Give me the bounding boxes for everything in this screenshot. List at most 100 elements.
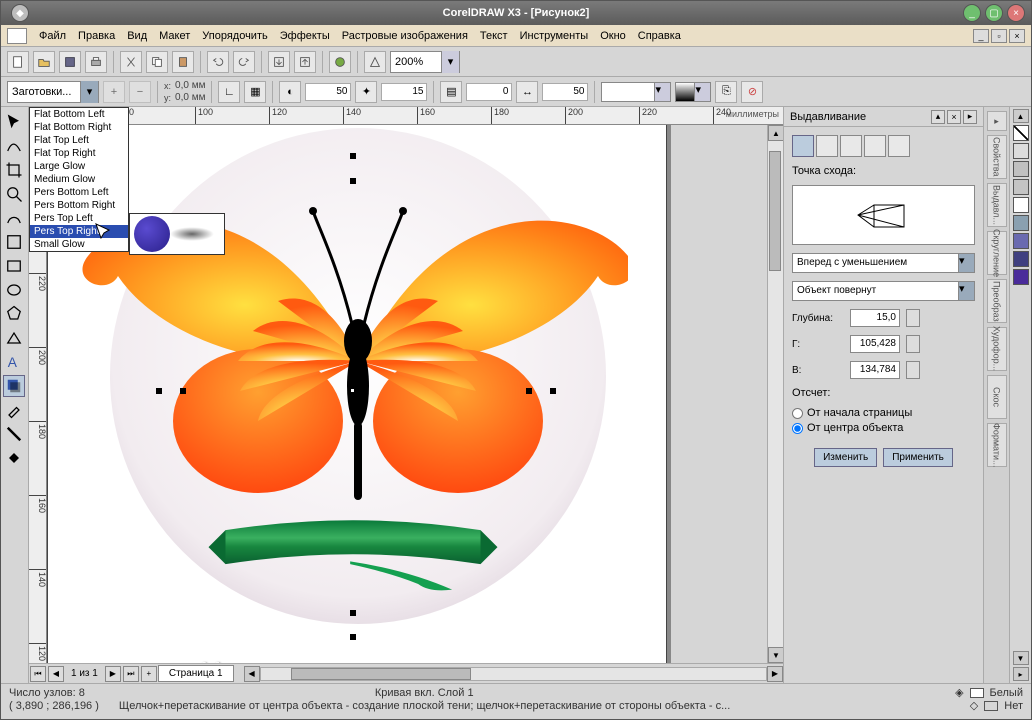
- menu-edit[interactable]: Правка: [78, 30, 115, 42]
- rectangle-tool[interactable]: [3, 255, 25, 277]
- preset-item[interactable]: Pers Top Left: [30, 212, 128, 225]
- v-field[interactable]: 134,784: [850, 361, 900, 379]
- menu-effects[interactable]: Эффекты: [280, 30, 330, 42]
- docker-tab-artistic[interactable]: Худофор...: [987, 327, 1007, 371]
- polygon-tool[interactable]: [3, 303, 25, 325]
- sys-menu-icon[interactable]: ◆: [11, 4, 29, 22]
- depth-spinner[interactable]: [906, 309, 920, 327]
- zoom-level-combo[interactable]: ▾: [390, 51, 460, 73]
- docker-tab-extrude[interactable]: Выдавл...: [987, 183, 1007, 227]
- preset-item[interactable]: Flat Top Left: [30, 134, 128, 147]
- outline-swatch[interactable]: [984, 701, 998, 711]
- preset-item[interactable]: Medium Glow: [30, 173, 128, 186]
- zoom-input[interactable]: [391, 56, 441, 68]
- h-spinner[interactable]: [906, 335, 920, 353]
- docker-close-button[interactable]: ×: [947, 110, 961, 124]
- eyedropper-tool[interactable]: [3, 399, 25, 421]
- outline-tool[interactable]: [3, 423, 25, 445]
- menu-text[interactable]: Текст: [480, 30, 508, 42]
- copy-button[interactable]: [146, 51, 168, 73]
- maximize-button[interactable]: ▢: [985, 4, 1003, 22]
- vanish-type-combo[interactable]: Вперед с уменьшением▾: [792, 253, 975, 273]
- extrude-tab-light[interactable]: [840, 135, 862, 157]
- palette-up-button[interactable]: ▲: [1013, 109, 1029, 123]
- menu-help[interactable]: Справка: [638, 30, 681, 42]
- save-button[interactable]: [59, 51, 81, 73]
- docker-collapse-button[interactable]: ▴: [931, 110, 945, 124]
- undo-button[interactable]: [207, 51, 229, 73]
- welcome-button[interactable]: [364, 51, 386, 73]
- color-swatch[interactable]: [1013, 161, 1029, 177]
- color-swatch[interactable]: [1013, 197, 1029, 213]
- radio-object-center[interactable]: От центра объекта: [792, 422, 975, 434]
- extrude-tab-rotation[interactable]: [816, 135, 838, 157]
- feather-slider-icon[interactable]: ✦: [355, 81, 377, 103]
- docker-tab-collapse[interactable]: ▸: [987, 111, 1007, 131]
- canvas-viewport[interactable]: www.corel-lessons.com: [47, 125, 767, 663]
- copy-properties-button[interactable]: ⎘: [715, 81, 737, 103]
- fade-icon[interactable]: ▤: [440, 81, 462, 103]
- preset-item[interactable]: Flat Bottom Left: [30, 108, 128, 121]
- preset-remove-button[interactable]: −: [129, 81, 151, 103]
- freehand-tool[interactable]: [3, 207, 25, 229]
- preset-item[interactable]: Pers Top Right: [30, 225, 128, 238]
- scroll-right-button[interactable]: ▶: [767, 666, 783, 682]
- prev-page-button[interactable]: ◀: [48, 666, 64, 682]
- color-swatch[interactable]: [1013, 251, 1029, 267]
- minimize-button[interactable]: _: [963, 4, 981, 22]
- menu-bitmaps[interactable]: Растровые изображения: [342, 30, 468, 42]
- cut-button[interactable]: [120, 51, 142, 73]
- radio-page-origin[interactable]: От начала страницы: [792, 407, 975, 419]
- crop-tool[interactable]: [3, 159, 25, 181]
- vertical-scrollbar[interactable]: ▲ ▼: [767, 125, 783, 663]
- ellipse-tool[interactable]: [3, 279, 25, 301]
- interactive-dropshadow-tool[interactable]: [3, 375, 25, 397]
- close-button[interactable]: ×: [1007, 4, 1025, 22]
- menu-tools[interactable]: Инструменты: [520, 30, 589, 42]
- shadow-mode-combo[interactable]: ▾: [675, 82, 711, 102]
- stretch-field[interactable]: 50: [542, 83, 588, 101]
- rotation-combo[interactable]: Объект повернут▾: [792, 281, 975, 301]
- menu-arrange[interactable]: Упорядочить: [202, 30, 267, 42]
- text-tool[interactable]: A: [3, 351, 25, 373]
- last-page-button[interactable]: ⏭: [123, 666, 139, 682]
- stretch-icon[interactable]: ↔: [516, 81, 538, 103]
- h-field[interactable]: 105,428: [850, 335, 900, 353]
- docker-tab-bevel[interactable]: Скос: [987, 375, 1007, 419]
- palette-menu-button[interactable]: ▸: [1013, 667, 1029, 681]
- scroll-left-button[interactable]: ◀: [244, 666, 260, 682]
- interactive-fill-tool[interactable]: [3, 471, 25, 493]
- paste-button[interactable]: [172, 51, 194, 73]
- preset-item[interactable]: Flat Top Right: [30, 147, 128, 160]
- extrude-tab-vanish[interactable]: [792, 135, 814, 157]
- app-launcher-button[interactable]: [329, 51, 351, 73]
- fade-field[interactable]: 0: [466, 83, 512, 101]
- shape-tool[interactable]: [3, 135, 25, 157]
- docker-menu-button[interactable]: ▸: [963, 110, 977, 124]
- preset-item[interactable]: Small Glow: [30, 238, 128, 251]
- menu-layout[interactable]: Макет: [159, 30, 190, 42]
- add-page-button[interactable]: +: [141, 666, 157, 682]
- preset-item[interactable]: Large Glow: [30, 160, 128, 173]
- menu-file[interactable]: Файл: [39, 30, 66, 42]
- export-button[interactable]: [294, 51, 316, 73]
- preset-item[interactable]: Pers Bottom Right: [30, 199, 128, 212]
- open-button[interactable]: [33, 51, 55, 73]
- preset-item[interactable]: Pers Bottom Left: [30, 186, 128, 199]
- vscroll-thumb[interactable]: [769, 151, 781, 271]
- menu-window[interactable]: Окно: [600, 30, 626, 42]
- zoom-tool[interactable]: [3, 183, 25, 205]
- scroll-up-button[interactable]: ▲: [768, 125, 783, 141]
- preset-add-button[interactable]: +: [103, 81, 125, 103]
- horizontal-scrollbar[interactable]: ◀ ▶: [244, 666, 783, 682]
- docker-tab-transform[interactable]: Преобраз: [987, 279, 1007, 323]
- next-page-button[interactable]: ▶: [105, 666, 121, 682]
- docker-tab-fillet[interactable]: Скругление: [987, 231, 1007, 275]
- fill-swatch[interactable]: [970, 688, 984, 698]
- smart-fill-tool[interactable]: [3, 231, 25, 253]
- edit-button[interactable]: Изменить: [814, 448, 877, 467]
- chevron-down-icon[interactable]: ▾: [80, 81, 98, 103]
- apply-button[interactable]: Применить: [883, 448, 953, 467]
- docker-tab-properties[interactable]: Свойства: [987, 135, 1007, 179]
- basic-shapes-tool[interactable]: [3, 327, 25, 349]
